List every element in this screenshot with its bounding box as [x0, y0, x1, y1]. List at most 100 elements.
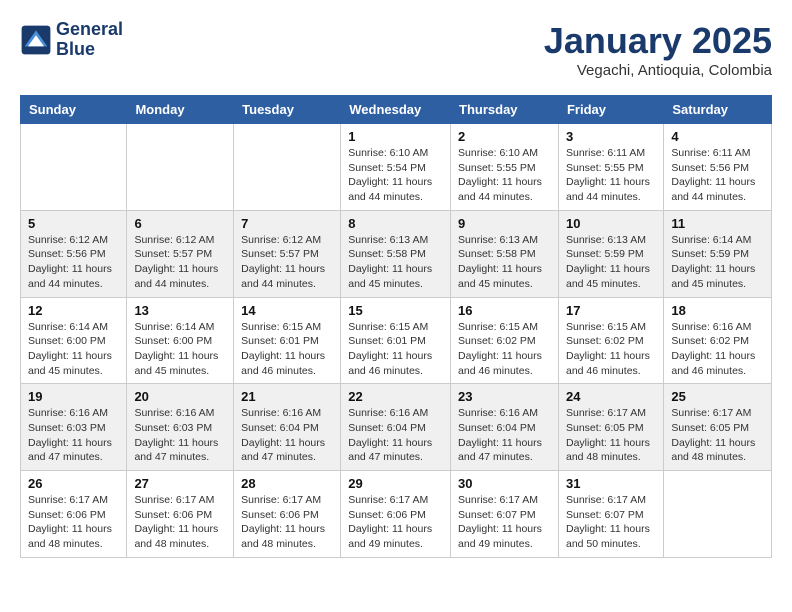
day-info: Sunrise: 6:17 AM Sunset: 6:06 PM Dayligh… — [28, 493, 119, 552]
day-info: Sunrise: 6:14 AM Sunset: 6:00 PM Dayligh… — [28, 320, 119, 379]
day-number: 25 — [671, 389, 764, 404]
calendar-cell: 12 Sunrise: 6:14 AM Sunset: 6:00 PM Dayli… — [21, 297, 127, 384]
day-info: Sunrise: 6:17 AM Sunset: 6:05 PM Dayligh… — [671, 406, 764, 465]
day-number: 14 — [241, 303, 333, 318]
calendar-cell: 4 Sunrise: 6:11 AM Sunset: 5:56 PM Daylig… — [664, 124, 772, 211]
weekday-header: Friday — [558, 96, 663, 124]
day-number: 11 — [671, 216, 764, 231]
calendar-cell: 2 Sunrise: 6:10 AM Sunset: 5:55 PM Daylig… — [451, 124, 559, 211]
day-number: 21 — [241, 389, 333, 404]
day-number: 28 — [241, 476, 333, 491]
weekday-header: Wednesday — [341, 96, 451, 124]
calendar-cell: 3 Sunrise: 6:11 AM Sunset: 5:55 PM Daylig… — [558, 124, 663, 211]
day-info: Sunrise: 6:16 AM Sunset: 6:04 PM Dayligh… — [348, 406, 443, 465]
day-number: 15 — [348, 303, 443, 318]
day-number: 19 — [28, 389, 119, 404]
day-number: 8 — [348, 216, 443, 231]
day-number: 4 — [671, 129, 764, 144]
day-number: 3 — [566, 129, 656, 144]
day-number: 7 — [241, 216, 333, 231]
calendar-cell: 23 Sunrise: 6:16 AM Sunset: 6:04 PM Dayli… — [451, 384, 559, 471]
day-number: 17 — [566, 303, 656, 318]
location-title: Vegachi, Antioquia, Colombia — [544, 62, 772, 79]
day-info: Sunrise: 6:15 AM Sunset: 6:01 PM Dayligh… — [241, 320, 333, 379]
calendar-cell: 6 Sunrise: 6:12 AM Sunset: 5:57 PM Daylig… — [127, 210, 234, 297]
day-number: 1 — [348, 129, 443, 144]
day-number: 29 — [348, 476, 443, 491]
calendar-body: 1 Sunrise: 6:10 AM Sunset: 5:54 PM Daylig… — [21, 124, 772, 558]
calendar-cell: 29Sunrise: 6:17 AM Sunset: 6:06 PM Dayli… — [341, 471, 451, 558]
day-number: 16 — [458, 303, 551, 318]
calendar-cell: 5Sunrise: 6:12 AM Sunset: 5:56 PM Daylig… — [21, 210, 127, 297]
title-section: January 2025 Vegachi, Antioquia, Colombi… — [544, 20, 772, 79]
day-number: 18 — [671, 303, 764, 318]
day-number: 24 — [566, 389, 656, 404]
page-header: General Blue January 2025 Vegachi, Antio… — [20, 20, 772, 79]
calendar-cell: 13 Sunrise: 6:14 AM Sunset: 6:00 PM Dayli… — [127, 297, 234, 384]
calendar-week-row: 12 Sunrise: 6:14 AM Sunset: 6:00 PM Dayli… — [21, 297, 772, 384]
day-info: Sunrise: 6:14 AM Sunset: 6:00 PM Dayligh… — [134, 320, 226, 379]
day-number: 10 — [566, 216, 656, 231]
day-info: Sunrise: 6:16 AM Sunset: 6:04 PM Dayligh… — [458, 406, 551, 465]
day-number: 31 — [566, 476, 656, 491]
day-info: Sunrise: 6:11 AM Sunset: 5:56 PM Dayligh… — [671, 146, 764, 205]
calendar-cell: 21Sunrise: 6:16 AM Sunset: 6:04 PM Dayli… — [234, 384, 341, 471]
calendar-cell: 18 Sunrise: 6:16 AM Sunset: 6:02 PM Dayli… — [664, 297, 772, 384]
day-info: Sunrise: 6:12 AM Sunset: 5:57 PM Dayligh… — [134, 233, 226, 292]
weekday-header: Sunday — [21, 96, 127, 124]
day-info: Sunrise: 6:15 AM Sunset: 6:01 PM Dayligh… — [348, 320, 443, 379]
day-info: Sunrise: 6:13 AM Sunset: 5:59 PM Dayligh… — [566, 233, 656, 292]
calendar-cell: 24 Sunrise: 6:17 AM Sunset: 6:05 PM Dayli… — [558, 384, 663, 471]
calendar-cell: 22 Sunrise: 6:16 AM Sunset: 6:04 PM Dayli… — [341, 384, 451, 471]
calendar-cell: 8 Sunrise: 6:13 AM Sunset: 5:58 PM Daylig… — [341, 210, 451, 297]
calendar-cell: 11 Sunrise: 6:14 AM Sunset: 5:59 PM Dayli… — [664, 210, 772, 297]
day-number: 30 — [458, 476, 551, 491]
calendar-cell: 15 Sunrise: 6:15 AM Sunset: 6:01 PM Dayli… — [341, 297, 451, 384]
day-number: 22 — [348, 389, 443, 404]
day-number: 20 — [134, 389, 226, 404]
calendar-cell — [127, 124, 234, 211]
calendar-cell: 9Sunrise: 6:13 AM Sunset: 5:58 PM Daylig… — [451, 210, 559, 297]
day-info: Sunrise: 6:15 AM Sunset: 6:02 PM Dayligh… — [458, 320, 551, 379]
day-info: Sunrise: 6:17 AM Sunset: 6:06 PM Dayligh… — [134, 493, 226, 552]
day-number: 26 — [28, 476, 119, 491]
day-info: Sunrise: 6:16 AM Sunset: 6:03 PM Dayligh… — [134, 406, 226, 465]
calendar-cell: 17Sunrise: 6:15 AM Sunset: 6:02 PM Dayli… — [558, 297, 663, 384]
weekday-header: Saturday — [664, 96, 772, 124]
day-info: Sunrise: 6:11 AM Sunset: 5:55 PM Dayligh… — [566, 146, 656, 205]
calendar-cell: 30 Sunrise: 6:17 AM Sunset: 6:07 PM Dayli… — [451, 471, 559, 558]
calendar-cell: 27Sunrise: 6:17 AM Sunset: 6:06 PM Dayli… — [127, 471, 234, 558]
weekday-header: Thursday — [451, 96, 559, 124]
calendar-cell: 28 Sunrise: 6:17 AM Sunset: 6:06 PM Dayli… — [234, 471, 341, 558]
day-number: 9 — [458, 216, 551, 231]
day-info: Sunrise: 6:17 AM Sunset: 6:05 PM Dayligh… — [566, 406, 656, 465]
calendar-table: SundayMondayTuesdayWednesdayThursdayFrid… — [20, 95, 772, 558]
day-number: 12 — [28, 303, 119, 318]
calendar-week-row: 26 Sunrise: 6:17 AM Sunset: 6:06 PM Dayli… — [21, 471, 772, 558]
day-number: 23 — [458, 389, 551, 404]
calendar-cell — [234, 124, 341, 211]
calendar-cell: 10 Sunrise: 6:13 AM Sunset: 5:59 PM Dayli… — [558, 210, 663, 297]
calendar-cell: 16 Sunrise: 6:15 AM Sunset: 6:02 PM Dayli… — [451, 297, 559, 384]
calendar-header-row: SundayMondayTuesdayWednesdayThursdayFrid… — [21, 96, 772, 124]
day-info: Sunrise: 6:10 AM Sunset: 5:54 PM Dayligh… — [348, 146, 443, 205]
calendar-cell: 31Sunrise: 6:17 AM Sunset: 6:07 PM Dayli… — [558, 471, 663, 558]
calendar-cell: 20 Sunrise: 6:16 AM Sunset: 6:03 PM Dayli… — [127, 384, 234, 471]
calendar-cell: 26 Sunrise: 6:17 AM Sunset: 6:06 PM Dayli… — [21, 471, 127, 558]
calendar-cell: 19Sunrise: 6:16 AM Sunset: 6:03 PM Dayli… — [21, 384, 127, 471]
day-info: Sunrise: 6:17 AM Sunset: 6:06 PM Dayligh… — [241, 493, 333, 552]
day-number: 2 — [458, 129, 551, 144]
day-number: 6 — [134, 216, 226, 231]
day-number: 13 — [134, 303, 226, 318]
day-info: Sunrise: 6:13 AM Sunset: 5:58 PM Dayligh… — [348, 233, 443, 292]
calendar-cell — [21, 124, 127, 211]
day-info: Sunrise: 6:16 AM Sunset: 6:02 PM Dayligh… — [671, 320, 764, 379]
logo-text: General Blue — [56, 20, 123, 60]
day-info: Sunrise: 6:12 AM Sunset: 5:56 PM Dayligh… — [28, 233, 119, 292]
calendar-cell: 7 Sunrise: 6:12 AM Sunset: 5:57 PM Daylig… — [234, 210, 341, 297]
day-info: Sunrise: 6:12 AM Sunset: 5:57 PM Dayligh… — [241, 233, 333, 292]
day-info: Sunrise: 6:14 AM Sunset: 5:59 PM Dayligh… — [671, 233, 764, 292]
day-info: Sunrise: 6:10 AM Sunset: 5:55 PM Dayligh… — [458, 146, 551, 205]
day-info: Sunrise: 6:17 AM Sunset: 6:07 PM Dayligh… — [458, 493, 551, 552]
calendar-cell — [664, 471, 772, 558]
